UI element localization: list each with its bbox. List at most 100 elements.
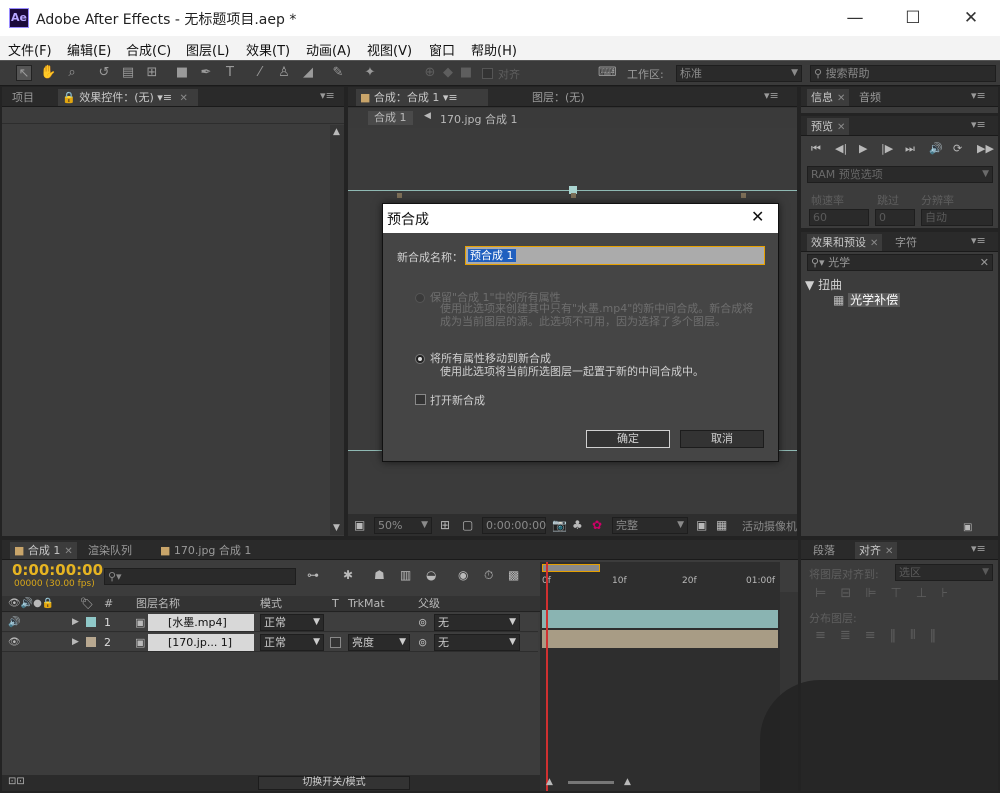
effects-search-input[interactable]: ⚲▾ 光学 ✕	[807, 254, 993, 271]
axis-mode-icon[interactable]: ⊕	[422, 65, 438, 81]
table-row[interactable]: 👁 ▶ 2 ▣ [170.jp... 1] 正常 ▼ 亮度 ▼ ⊚ 无 ▼	[2, 633, 538, 652]
keyboard-icon[interactable]: ⌨	[598, 65, 617, 81]
label-color-swatch[interactable]	[86, 617, 96, 627]
zoom-slider[interactable]	[568, 781, 614, 784]
puppet-tool-icon[interactable]: ✦	[362, 65, 378, 81]
resolution-select[interactable]: 自动	[921, 209, 993, 226]
layer-name[interactable]: [水墨.mp4]	[148, 614, 254, 631]
cancel-button[interactable]: 取消	[680, 430, 764, 448]
tab-preview[interactable]: 预览 ✕	[807, 118, 850, 135]
zoom-out-icon[interactable]: ▲	[546, 777, 553, 787]
scroll-up-icon[interactable]: ▲	[333, 127, 340, 137]
loop-icon[interactable]: ⟳	[953, 142, 962, 155]
panel-menu-icon[interactable]: ▾≡	[971, 89, 986, 102]
video-switch-icon[interactable]: 👁	[8, 634, 21, 651]
mute-audio-icon[interactable]: 🔊	[929, 142, 943, 155]
motion-blur-icon[interactable]: ◒	[426, 568, 436, 582]
expand-arrow-icon[interactable]: ▶	[72, 614, 79, 631]
eraser-tool-icon[interactable]: ◢	[300, 65, 316, 81]
safe-zones-icon[interactable]: ⊞	[440, 518, 450, 532]
close-icon[interactable]: ✕	[64, 546, 72, 557]
workspace-select[interactable]: 标准 ▼	[676, 65, 802, 82]
radio-move-attributes[interactable]	[415, 354, 425, 364]
channel-icon[interactable]: ✿	[592, 518, 602, 532]
layer-bar-2[interactable]	[542, 630, 778, 648]
table-row[interactable]: 🔊 ▶ 1 ▣ [水墨.mp4] 正常 ▼ ⊚ 无 ▼	[2, 613, 538, 632]
tab-paragraph[interactable]: 段落	[809, 542, 839, 559]
layer-name[interactable]: [170.jp... 1]	[148, 634, 254, 651]
menu-edit[interactable]: 编辑(E)	[67, 40, 111, 59]
show-snapshot-icon[interactable]: ♣	[572, 518, 583, 532]
always-preview-icon[interactable]: ▣	[354, 518, 365, 532]
timeline-timecode[interactable]: 0:00:00:00	[12, 561, 103, 579]
ok-button[interactable]: 确定	[586, 430, 670, 448]
transparency-grid-icon[interactable]: ▦	[716, 518, 727, 532]
view-axis-icon[interactable]: ■	[458, 65, 474, 81]
tab-render-queue[interactable]: 渲染队列	[84, 542, 136, 559]
text-tool-icon[interactable]: T	[222, 65, 238, 81]
align-to-select[interactable]: 选区 ▼	[895, 564, 993, 581]
transform-handle[interactable]	[741, 193, 746, 198]
timer-icon[interactable]: ⏱	[484, 568, 493, 583]
pick-whip-icon[interactable]: ⊚	[418, 634, 427, 651]
tab-comp-timeline[interactable]: ■ 合成 1 ✕	[10, 542, 77, 559]
scroll-down-icon[interactable]: ▼	[333, 523, 340, 533]
rectangle-tool-icon[interactable]: ■	[174, 65, 190, 81]
menu-composition[interactable]: 合成(C)	[126, 40, 171, 59]
menu-animation[interactable]: 动画(A)	[306, 40, 351, 59]
draft-3d-icon[interactable]: ✱	[343, 568, 353, 582]
transform-handle[interactable]	[397, 193, 402, 198]
panel-menu-icon[interactable]: ▾≡	[157, 91, 172, 104]
close-icon[interactable]: ✕	[870, 238, 878, 249]
tab-layer[interactable]: 图层：(无)	[528, 89, 589, 106]
zoom-in-icon[interactable]: ▲	[624, 777, 631, 787]
mode-select[interactable]: 正常 ▼	[260, 614, 324, 631]
audio-switch-icon[interactable]: 🔊	[8, 614, 20, 631]
world-axis-icon[interactable]: ◆	[440, 65, 456, 81]
maximize-button[interactable]: ☐	[884, 0, 942, 36]
current-time-display[interactable]: 0:00:00:00	[482, 517, 546, 534]
tab-effects-presets[interactable]: 效果和预设 ✕	[807, 234, 883, 251]
comp-mini-flowchart-icon[interactable]: ⊶	[307, 568, 319, 582]
hand-tool-icon[interactable]: ✋	[40, 65, 56, 81]
close-icon[interactable]: ✕	[837, 122, 845, 133]
parent-select[interactable]: 无 ▼	[434, 634, 520, 651]
layer-search-input[interactable]: ⚲▾	[104, 568, 296, 585]
close-icon[interactable]: ✕	[885, 546, 893, 557]
trkmat-select[interactable]: 亮度 ▼	[348, 634, 410, 651]
pan-behind-tool-icon[interactable]: ⊞	[144, 65, 160, 81]
ram-preview-icon[interactable]: ▶▶	[977, 142, 994, 155]
frame-blending-icon[interactable]: ▥	[400, 568, 411, 582]
scrollbar[interactable]: ▲ ▼	[330, 125, 344, 535]
tab-character[interactable]: 字符	[891, 234, 921, 251]
help-search-input[interactable]: ⚲ 搜索帮助	[810, 65, 996, 82]
snapshot-icon[interactable]: 📷	[552, 518, 567, 532]
work-area-bar[interactable]	[542, 564, 600, 572]
parent-select[interactable]: 无 ▼	[434, 614, 520, 631]
close-icon[interactable]: ✕	[180, 93, 188, 104]
breadcrumb-item[interactable]: 170.jpg 合成 1	[440, 111, 518, 127]
close-icon[interactable]: ✕	[751, 207, 764, 226]
distribute-buttons-icon[interactable]: ≡≣≡‖⫴‖	[815, 628, 950, 643]
label-color-swatch[interactable]	[86, 637, 96, 647]
panel-menu-icon[interactable]: ▾≡	[443, 91, 458, 104]
next-frame-icon[interactable]: |▶	[881, 142, 893, 155]
region-of-interest-icon[interactable]: ▣	[696, 518, 707, 532]
clear-search-icon[interactable]: ✕	[980, 255, 989, 270]
panel-menu-icon[interactable]: ▾≡	[320, 89, 335, 102]
tab-composition[interactable]: ■ 合成：合成 1 ▾≡	[356, 89, 488, 106]
radio-keep-attributes[interactable]	[415, 293, 425, 303]
brush-tool-icon[interactable]: ⁄	[252, 65, 268, 81]
pick-whip-icon[interactable]: ⊚	[418, 614, 427, 631]
layer-bar-1[interactable]	[542, 610, 778, 628]
last-frame-icon[interactable]: ⏭	[905, 142, 915, 156]
align-buttons-icon[interactable]: ⊨⊟⊫⊤⊥⊦	[815, 586, 962, 601]
tab-align[interactable]: 对齐 ✕	[855, 542, 898, 559]
breadcrumb-comp[interactable]: 合成 1	[368, 111, 413, 125]
play-icon[interactable]: ▶	[859, 142, 867, 155]
expand-arrow-icon[interactable]: ▶	[72, 634, 79, 651]
resolution-select[interactable]: 完整 ▼	[612, 517, 688, 534]
open-new-comp-checkbox[interactable]	[415, 394, 426, 405]
shy-layers-icon[interactable]: ☗	[374, 568, 385, 582]
tab-audio[interactable]: 音频	[855, 89, 885, 106]
